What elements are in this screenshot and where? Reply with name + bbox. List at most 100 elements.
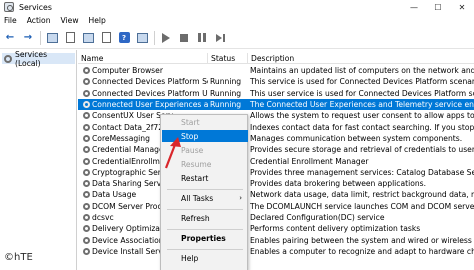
view-icon [136,32,148,43]
context-menu-refresh[interactable]: Refresh [162,212,248,224]
list-rows: Computer Browser Maintains an updated lis… [78,65,474,257]
table-row[interactable]: Contact Data_2f72f Indexes contact data f… [78,121,474,132]
pause-icon [198,33,206,42]
service-name-cell: Connected Devices Platform Serv... [78,77,208,86]
column-header-description[interactable]: Description [248,53,474,64]
table-row[interactable]: Cryptographic Servic Provides three manag… [78,167,474,178]
restart-icon [215,33,225,42]
table-row[interactable]: CredentialEnrollment Credential Enrollmen… [78,155,474,166]
refresh-icon [82,32,94,43]
service-description: Provides secure storage and retrieval of… [250,145,474,155]
service-name-cell: Connected User Experiences and... [78,100,208,109]
table-row[interactable]: Connected User Experiences and...Running… [78,98,474,111]
service-description: Declared Configuration(DC) service [250,213,385,222]
help-icon: ? [118,32,130,43]
service-gear-icon [83,101,90,109]
tree-item-services-local[interactable]: Services (Local) [2,50,75,68]
service-name: Connected Devices Platform User... [92,88,208,98]
context-menu-resume[interactable]: Resume [162,158,248,170]
column-header-status[interactable]: Status [208,53,248,64]
table-row[interactable]: CoreMessaging Manages communication betwe… [78,133,474,144]
maximize-button[interactable]: ☐ [426,0,450,14]
table-row[interactable]: Connected Devices Platform Serv...Runnin… [78,76,474,87]
back-button[interactable]: ← [3,31,17,45]
column-header-name[interactable]: Name [78,53,208,64]
service-name: Connected User Experiences and... [92,100,208,110]
service-name: Data Usage [92,190,137,200]
table-row[interactable]: Data Usage Network data usage, data limit… [78,189,474,200]
console-tree-icon [46,32,58,43]
service-gear-icon [83,112,90,120]
service-description: Enables pairing between the system and w… [250,235,474,245]
all-tasks-label: All Tasks [181,193,214,203]
export-list-icon [101,32,111,43]
table-row[interactable]: DCOM Server Proces The DCOMLAUNCH service… [78,201,474,212]
minimize-button[interactable]: — [402,0,426,14]
show-hide-console-tree-button[interactable] [45,31,59,45]
context-menu: Start Stop Pause Resume Restart All Task… [160,114,248,270]
context-menu-properties[interactable]: Properties [162,232,248,244]
title-bar: Services — ☐ ✕ [0,0,474,14]
service-gear-icon [83,191,90,199]
context-menu-help[interactable]: Help [162,252,248,264]
export-list-button[interactable] [99,31,113,45]
start-service-button[interactable] [159,31,173,45]
toolbar-separator [40,30,41,45]
properties-icon [65,32,75,43]
pause-service-button[interactable] [195,31,209,45]
service-description: Credential Enrollment Manager [250,156,369,166]
view-toolbar-button[interactable] [135,31,149,45]
service-gear-icon [83,67,90,75]
service-gear-icon [83,247,90,255]
menu-view[interactable]: View [61,16,79,25]
service-name: Credential Manager [92,145,167,155]
menu-file[interactable]: File [4,16,17,25]
service-gear-icon [83,202,90,210]
table-row[interactable]: dcsvc Declared Configuration(DC) service [78,212,474,223]
stop-service-button[interactable] [177,31,191,45]
service-gear-icon [83,78,90,86]
service-status: Running [210,100,242,110]
table-row[interactable]: Credential Manager Provides secure storag… [78,144,474,155]
back-arrow-icon: ← [5,32,15,43]
service-description: Indexes contact data for fast contact se… [250,122,474,132]
context-menu-stop[interactable]: Stop [162,130,248,142]
restart-service-button[interactable] [213,31,227,45]
service-name: Delivery Optimizatio [92,224,170,234]
properties-toolbar-button[interactable] [63,31,77,45]
service-name-cell: Computer Browser [78,66,208,75]
services-list: Name Status Description Computer Browser… [78,50,474,270]
table-row[interactable]: Delivery Optimizatio Performs content del… [78,223,474,234]
table-row[interactable]: Computer Browser Maintains an updated lis… [78,65,474,76]
service-gear-icon [83,134,90,142]
table-row[interactable]: Data Sharing Service Provides data broker… [78,178,474,189]
service-name-cell: Connected Devices Platform User... [78,89,208,98]
context-menu-separator [167,189,243,190]
table-row[interactable]: Device Association S Enables pairing betw… [78,234,474,245]
table-row[interactable]: Device Install Service Enables a computer… [78,246,474,257]
close-button[interactable]: ✕ [450,0,474,14]
service-name: Connected Devices Platform Serv... [92,77,208,87]
menu-help[interactable]: Help [89,16,106,25]
table-row[interactable]: ConsentUX User Serv Allows the system to … [78,110,474,121]
help-toolbar-button[interactable]: ? [117,31,131,45]
refresh-toolbar-button[interactable] [81,31,95,45]
service-name: Computer Browser [92,66,163,76]
menu-action[interactable]: Action [27,16,51,25]
context-menu-start[interactable]: Start [162,116,248,128]
forward-arrow-icon: → [23,32,33,43]
service-description: Provides data brokering between applicat… [250,179,427,189]
toolbar: ← → ? [0,27,474,49]
service-description: Manages communication between system com… [250,133,463,143]
watermark: ©hTE [4,252,33,263]
table-row[interactable]: Connected Devices Platform User...Runnin… [78,88,474,99]
context-menu-all-tasks[interactable]: All Tasks › [162,192,248,204]
forward-button[interactable]: → [21,31,35,45]
service-name: Contact Data_2f72f [92,122,166,132]
context-menu-restart[interactable]: Restart [162,172,248,184]
tree-item-label: Services (Local) [15,49,48,68]
service-description: Provides three management services: Cata… [250,167,474,177]
service-description: This service is used for Connected Devic… [250,77,474,87]
service-gear-icon [83,180,90,188]
context-menu-pause[interactable]: Pause [162,144,248,156]
